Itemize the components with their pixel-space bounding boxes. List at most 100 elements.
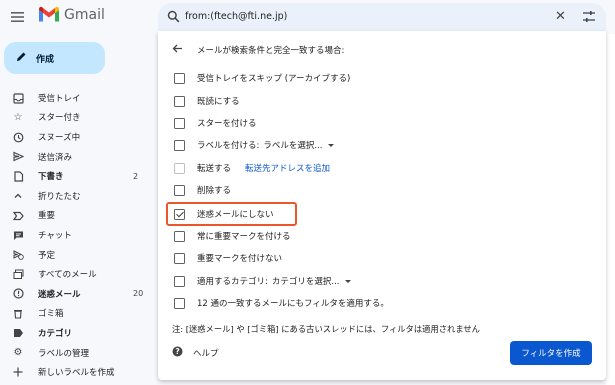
option-skip-inbox[interactable]: 受信トレイをスキップ (アーカイブする) xyxy=(174,70,350,86)
pencil-icon xyxy=(16,51,27,65)
sidebar-item-scheduled[interactable]: 予定 xyxy=(0,245,150,265)
label-select-value: ラベルを選択... xyxy=(263,141,323,151)
search-bar[interactable]: from:(ftech@fti.ne.jp) ✕ xyxy=(158,3,606,31)
search-icon[interactable] xyxy=(167,10,180,26)
sidebar-item-count: 2 xyxy=(133,171,139,181)
label-select-dropdown[interactable]: ラベルを選択... xyxy=(263,139,335,151)
add-forwarding-address-link[interactable]: 転送先アドレスを追加 xyxy=(245,162,330,174)
help-link[interactable]: ? ヘルプ xyxy=(172,346,219,360)
sidebar-item-important[interactable]: 重要 xyxy=(0,206,150,226)
option-label: 受信トレイをスキップ (アーカイブする) xyxy=(197,74,351,84)
chat-icon xyxy=(12,229,24,241)
sidebar-item-spam[interactable]: 迷惑メール 20 xyxy=(0,284,150,304)
clear-search-icon[interactable]: ✕ xyxy=(555,9,566,24)
star-icon: ☆ xyxy=(13,112,23,124)
spam-icon xyxy=(12,288,24,300)
sidebar-item-label: ラベルの管理 xyxy=(38,348,90,359)
create-filter-button[interactable]: フィルタを作成 xyxy=(510,341,592,365)
sidebar-item-trash[interactable]: ゴミ箱 xyxy=(0,304,150,324)
sidebar-item-label: スヌーズ中 xyxy=(38,132,81,143)
draft-icon xyxy=(12,170,24,182)
message-list-edge xyxy=(606,34,615,385)
gear-icon: ⚙ xyxy=(13,347,23,359)
sidebar-item-create-label[interactable]: 新しいラベルを作成 xyxy=(0,362,150,382)
delete-checkbox[interactable] xyxy=(174,184,185,196)
sidebar-item-label: スター付き xyxy=(38,113,81,124)
clock-icon xyxy=(12,131,24,143)
dropdown-caret-icon xyxy=(345,279,352,283)
sidebar-item-collapse[interactable]: 折りたたむ xyxy=(0,186,150,206)
gmail-logo[interactable]: Gmail xyxy=(38,6,105,23)
sidebar-item-chats[interactable]: チャット xyxy=(0,225,150,245)
categorize-checkbox[interactable] xyxy=(174,275,185,287)
help-icon: ? xyxy=(172,346,183,360)
sidebar-item-snoozed[interactable]: スヌーズ中 xyxy=(0,127,150,147)
gmail-m-icon xyxy=(39,6,59,22)
option-always-important[interactable]: 常に重要マークを付ける xyxy=(174,228,291,244)
option-also-apply[interactable]: 12 通の一致するメールにもフィルタを適用する。 xyxy=(174,295,389,311)
option-label: 既読にする xyxy=(197,97,240,107)
sidebar-item-label: 下書き xyxy=(38,172,64,183)
sidebar-item-label: 重要 xyxy=(38,211,56,222)
plus-icon xyxy=(12,366,24,378)
search-input[interactable]: from:(ftech@fti.ne.jp) xyxy=(185,11,287,22)
all-mail-icon xyxy=(12,268,24,280)
never-spam-checkbox[interactable] xyxy=(174,208,185,220)
sidebar-item-manage-labels[interactable]: ⚙ ラベルの管理 xyxy=(0,343,150,363)
trash-icon xyxy=(12,308,24,320)
option-label: 削除する xyxy=(197,186,232,196)
option-label: 適用するカテゴリ: xyxy=(197,277,268,287)
skip-inbox-checkbox[interactable] xyxy=(174,72,185,84)
help-label: ヘルプ xyxy=(193,349,219,359)
never-important-checkbox[interactable] xyxy=(174,252,185,264)
chevron-up-icon xyxy=(12,190,24,202)
search-options-icon[interactable] xyxy=(582,10,596,26)
apply-label-checkbox[interactable] xyxy=(174,139,185,151)
mark-read-checkbox[interactable] xyxy=(174,95,185,107)
sidebar-item-label: 折りたたむ xyxy=(38,191,81,202)
send-icon xyxy=(12,151,24,163)
option-categorize[interactable]: 適用するカテゴリ: カテゴリを選択... xyxy=(174,273,352,289)
sidebar-item-categories[interactable]: カテゴリ xyxy=(0,323,150,343)
option-forward[interactable]: 転送する 転送先アドレスを追加 xyxy=(174,160,330,176)
back-arrow-icon[interactable] xyxy=(172,43,183,57)
option-label: 転送する xyxy=(197,164,232,174)
star-checkbox[interactable] xyxy=(174,117,185,129)
sidebar-item-count: 20 xyxy=(133,289,144,299)
filter-note: 注: [迷惑メール] や [ゴミ箱] にある古いスレッドには、フィルタは適用され… xyxy=(172,324,480,334)
option-label: 迷惑メールにしない xyxy=(197,210,274,220)
option-label: 12 通の一致するメールにもフィルタを適用する。 xyxy=(197,299,389,309)
sidebar-item-label: チャット xyxy=(38,230,72,241)
always-important-checkbox[interactable] xyxy=(174,230,185,242)
sidebar-item-label: ゴミ箱 xyxy=(38,309,64,320)
option-never-important[interactable]: 重要マークを付けない xyxy=(174,250,282,266)
option-delete[interactable]: 削除する xyxy=(174,182,231,198)
sidebar-item-all-mail[interactable]: すべてのメール xyxy=(0,264,150,284)
option-apply-label[interactable]: ラベルを付ける: ラベルを選択... xyxy=(174,137,335,153)
sidebar-item-label: 送信済み xyxy=(38,152,73,163)
sidebar-item-sent[interactable]: 送信済み xyxy=(0,147,150,167)
filter-create-panel: メールが検索条件と完全一致する場合: 受信トレイをスキップ (アーカイブする) … xyxy=(158,31,606,380)
option-mark-read[interactable]: 既読にする xyxy=(174,93,240,109)
sidebar-item-inbox[interactable]: 受信トレイ xyxy=(0,88,150,108)
also-apply-checkbox[interactable] xyxy=(174,297,185,309)
dropdown-caret-icon xyxy=(328,143,335,147)
gmail-wordmark: Gmail xyxy=(64,6,105,23)
option-label: 常に重要マークを付ける xyxy=(197,232,291,242)
category-select-dropdown[interactable]: カテゴリを選択... xyxy=(272,275,352,287)
forward-checkbox[interactable] xyxy=(174,162,185,174)
compose-button[interactable]: 作成 xyxy=(4,42,105,74)
filter-heading: メールが検索条件と完全一致する場合: xyxy=(197,46,345,56)
option-label: スターを付ける xyxy=(197,119,257,129)
sidebar-item-starred[interactable]: ☆ スター付き xyxy=(0,108,150,128)
option-star[interactable]: スターを付ける xyxy=(174,115,257,131)
compose-label: 作成 xyxy=(36,54,55,65)
option-never-spam[interactable]: 迷惑メールにしない xyxy=(174,206,274,222)
scheduled-icon xyxy=(12,249,24,261)
option-label: ラベルを付ける: xyxy=(197,141,260,151)
sidebar-nav: 受信トレイ ☆ スター付き スヌーズ中 送信済み 下書き 2 折りたたむ 重要 … xyxy=(0,88,150,382)
sidebar-item-label: 迷惑メール xyxy=(38,289,81,300)
important-icon xyxy=(12,210,24,222)
sidebar-item-drafts[interactable]: 下書き 2 xyxy=(0,166,150,186)
main-menu-icon[interactable] xyxy=(10,9,26,25)
